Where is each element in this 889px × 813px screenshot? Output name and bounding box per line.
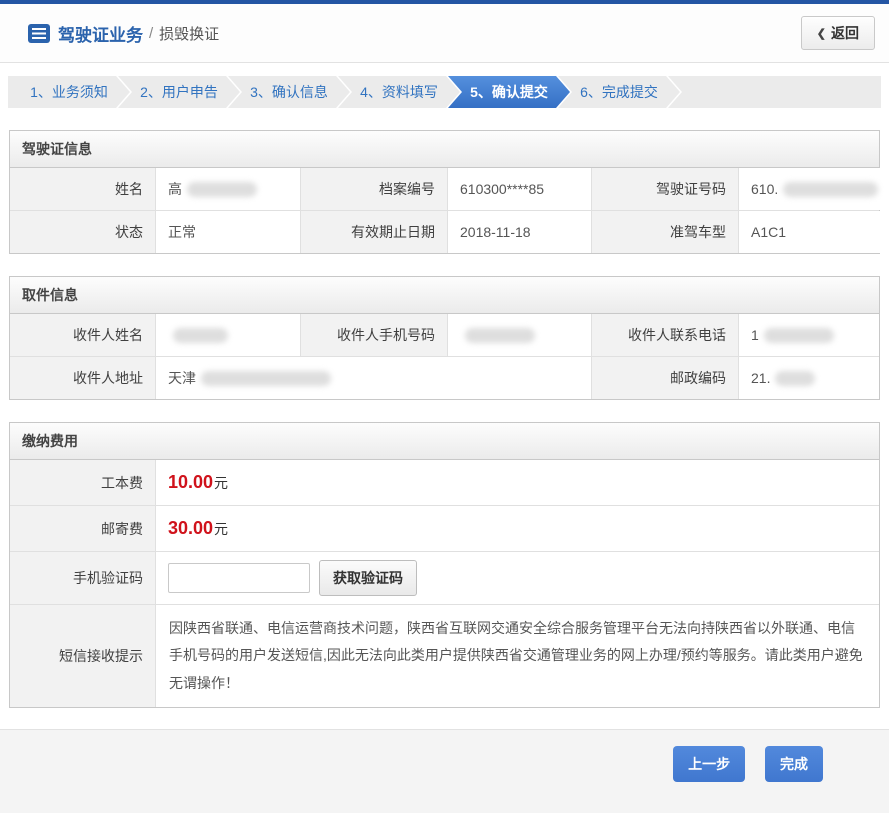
expiry-date-value: 2018-11-18 — [448, 211, 591, 253]
breadcrumb-separator: / — [149, 25, 153, 42]
recipient-phone-label: 收件人联系电话 — [592, 314, 738, 356]
license-number-label: 驾驶证号码 — [592, 168, 738, 210]
pickup-info-title: 取件信息 — [10, 277, 879, 314]
vehicle-class-value: A1C1 — [739, 211, 889, 253]
footer-action-bar: 上一步 完成 — [0, 729, 889, 813]
production-fee-label: 工本费 — [10, 460, 155, 505]
license-info-table: 姓名 高 档案编号 610300****85 驾驶证号码 610. 状态 正常 … — [10, 168, 879, 253]
step-5-confirm-submit-active[interactable]: 5、确认提交 — [448, 76, 570, 108]
step-label: 4、资料填写 — [360, 82, 438, 102]
sms-code-label: 手机验证码 — [10, 552, 155, 604]
postcode-label: 邮政编码 — [592, 357, 738, 399]
license-info-title: 驾驶证信息 — [10, 131, 879, 168]
step-3-confirm-info[interactable]: 3、确认信息 — [228, 76, 350, 108]
sms-notice-label: 短信接收提示 — [10, 605, 155, 707]
step-wizard: 1、业务须知 2、用户申告 3、确认信息 4、资料填写 5、确认提交 6、完成提… — [8, 76, 881, 108]
postage-fee-amount: 30.00 — [168, 518, 213, 539]
recipient-address-label: 收件人地址 — [10, 357, 155, 399]
step-label: 3、确认信息 — [250, 82, 328, 102]
redacted-recipient-mobile — [465, 328, 535, 343]
production-fee-unit: 元 — [214, 473, 228, 493]
pickup-info-table: 收件人姓名 收件人手机号码 收件人联系电话 1 收件人地址 天津 邮政编码 21… — [10, 314, 879, 399]
redacted-recipient-phone — [764, 328, 834, 343]
document-list-icon — [28, 24, 50, 43]
production-fee-amount: 10.00 — [168, 472, 213, 493]
payment-title: 缴纳费用 — [10, 423, 879, 460]
step-label: 1、业务须知 — [30, 82, 108, 102]
payment-table: 工本费 10.00 元 邮寄费 30.00 元 手机验证码 获取验证码 短信接收… — [10, 460, 879, 707]
redacted-recipient-name — [173, 328, 228, 343]
file-number-label: 档案编号 — [301, 168, 447, 210]
breadcrumb: 驾驶证业务 / 损毁换证 — [28, 21, 219, 46]
breadcrumb-current: 损毁换证 — [159, 23, 219, 44]
finish-button[interactable]: 完成 — [765, 746, 823, 782]
sms-notice-text: 因陕西省联通、电信运营商技术问题，陕西省互联网交通安全综合服务管理平台无法向持陕… — [156, 605, 879, 707]
postage-fee-value: 30.00 元 — [156, 506, 879, 551]
recipient-name-value — [156, 314, 300, 356]
redacted-recipient-address — [201, 371, 331, 386]
file-number-value: 610300****85 — [448, 168, 591, 210]
license-number-value: 610. — [739, 168, 889, 210]
redacted-postcode — [775, 371, 815, 386]
redacted-license-number — [783, 182, 878, 197]
recipient-mobile-value — [448, 314, 591, 356]
step-1-business-notice[interactable]: 1、业务须知 — [8, 76, 130, 108]
name-label: 姓名 — [10, 168, 155, 210]
step-2-user-declaration[interactable]: 2、用户申告 — [118, 76, 240, 108]
name-value: 高 — [156, 168, 300, 210]
sms-code-input[interactable] — [168, 563, 310, 593]
page-title: 驾驶证业务 — [58, 21, 143, 46]
status-value: 正常 — [156, 211, 300, 253]
postcode-value: 21. — [739, 357, 879, 399]
production-fee-value: 10.00 元 — [156, 460, 879, 505]
back-button[interactable]: ❮ 返回 — [801, 16, 875, 50]
vehicle-class-label: 准驾车型 — [592, 211, 738, 253]
status-label: 状态 — [10, 211, 155, 253]
postage-fee-unit: 元 — [214, 519, 228, 539]
recipient-name-label: 收件人姓名 — [10, 314, 155, 356]
sms-code-row: 获取验证码 — [156, 552, 879, 604]
step-6-complete-submit[interactable]: 6、完成提交 — [558, 76, 680, 108]
step-4-fill-data[interactable]: 4、资料填写 — [338, 76, 460, 108]
payment-section: 缴纳费用 工本费 10.00 元 邮寄费 30.00 元 手机验证码 获取验证码… — [9, 422, 880, 708]
page-header: 驾驶证业务 / 损毁换证 ❮ 返回 — [0, 4, 889, 63]
chevron-left-icon: ❮ — [817, 27, 826, 40]
step-label: 5、确认提交 — [470, 82, 548, 102]
step-wizard-filler — [668, 76, 881, 108]
back-button-label: 返回 — [831, 23, 859, 43]
previous-step-button[interactable]: 上一步 — [673, 746, 745, 782]
step-label: 2、用户申告 — [140, 82, 218, 102]
step-label: 6、完成提交 — [580, 82, 658, 102]
pickup-info-section: 取件信息 收件人姓名 收件人手机号码 收件人联系电话 1 收件人地址 天津 邮政… — [9, 276, 880, 400]
recipient-mobile-label: 收件人手机号码 — [301, 314, 447, 356]
postage-fee-label: 邮寄费 — [10, 506, 155, 551]
recipient-address-value: 天津 — [156, 357, 591, 399]
expiry-date-label: 有效期止日期 — [301, 211, 447, 253]
redacted-name — [187, 182, 257, 197]
recipient-phone-value: 1 — [739, 314, 879, 356]
get-sms-code-button[interactable]: 获取验证码 — [319, 560, 417, 596]
license-info-section: 驾驶证信息 姓名 高 档案编号 610300****85 驾驶证号码 610. … — [9, 130, 880, 254]
